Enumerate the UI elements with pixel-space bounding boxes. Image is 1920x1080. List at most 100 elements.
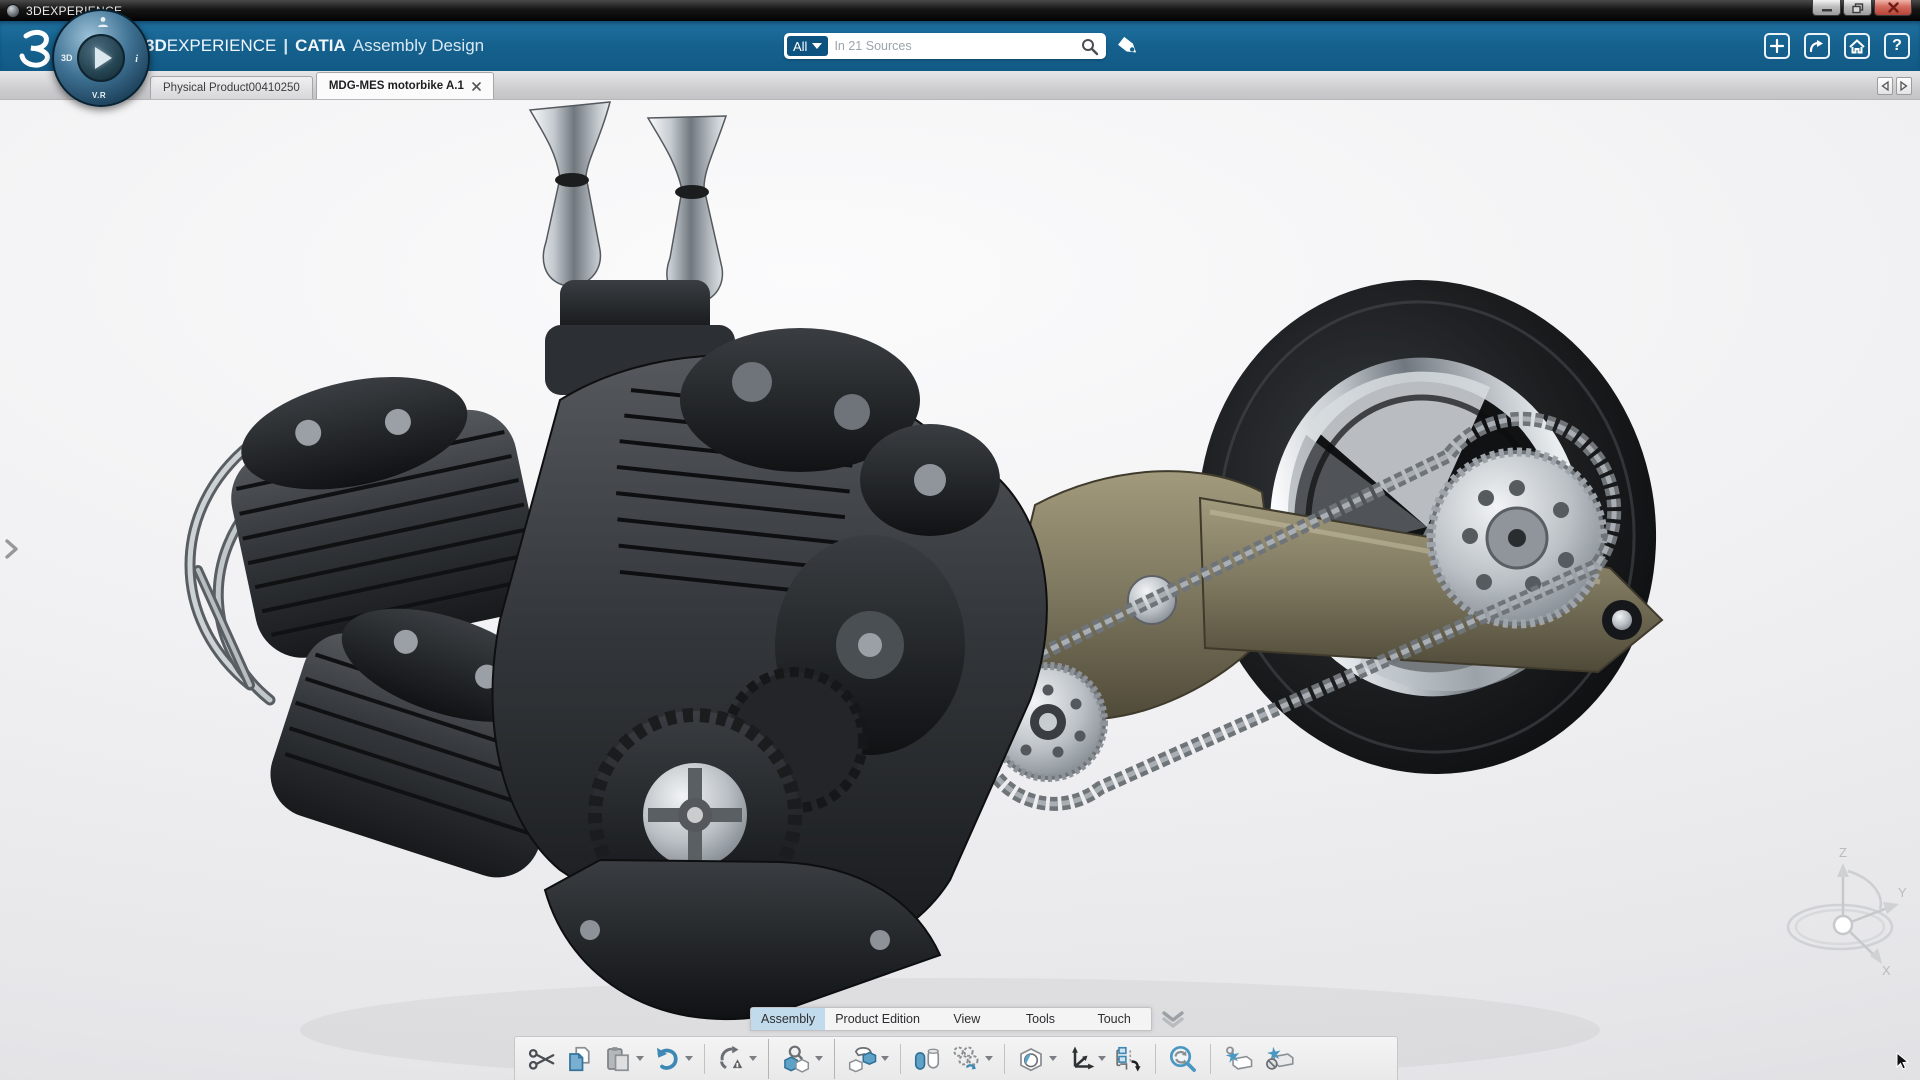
- find-component-icon: [780, 1044, 812, 1074]
- doc-tab-physical-product[interactable]: Physical Product00410250: [150, 76, 313, 99]
- toolbar-separator: [1210, 1044, 1211, 1074]
- action-tab-label: Product Edition: [835, 1012, 920, 1026]
- engine-block[interactable]: [190, 102, 1047, 1019]
- triad-z-label: Z: [1839, 845, 1847, 860]
- toolbar-separator: [900, 1044, 901, 1074]
- undo-icon: [652, 1044, 682, 1074]
- insert-component-icon: [846, 1044, 878, 1074]
- add-content-button[interactable]: [1764, 33, 1790, 59]
- chevron-down-icon[interactable]: [881, 1056, 889, 1061]
- brand-module: Assembly Design: [353, 36, 484, 56]
- motorbike-3d-model[interactable]: [0, 100, 1920, 1080]
- toolbar-separator: [704, 1044, 705, 1074]
- intake-trumpets[interactable]: [530, 102, 735, 395]
- toolbar-section-separator: [768, 1039, 769, 1079]
- find-component-button[interactable]: [776, 1042, 827, 1076]
- share-button[interactable]: [1804, 33, 1830, 59]
- brand-experience: EXPERIENCE: [167, 36, 277, 56]
- app-header: 3D EXPERIENCE | CATIA Assembly Design All ?: [0, 21, 1920, 71]
- 3dexperience-window: { "window": { "app_title": "3DEXPERIENCE…: [0, 0, 1920, 1080]
- interference-icon: [1262, 1044, 1294, 1074]
- home-button[interactable]: [1844, 33, 1870, 59]
- action-tab-label: Touch: [1097, 1012, 1130, 1026]
- toolbar-section-separator: [834, 1039, 835, 1079]
- brand-divider: |: [283, 36, 288, 56]
- collapse-action-bar-chevron-icon[interactable]: [1160, 1010, 1186, 1028]
- compass-info-quadrant[interactable]: i: [135, 54, 138, 65]
- paste-icon: [603, 1044, 633, 1074]
- expand-panel-chevron-icon[interactable]: [4, 538, 20, 560]
- close-tab-icon[interactable]: [472, 82, 481, 91]
- reorder-tree-icon: [1114, 1044, 1144, 1074]
- search-icon[interactable]: [1081, 38, 1098, 55]
- chevron-down-icon: [812, 43, 822, 49]
- axis-system-icon: [1065, 1044, 1095, 1074]
- tag-icon[interactable]: [1116, 35, 1142, 59]
- brand-catia: CATIA: [295, 36, 346, 56]
- compass-vr-quadrant[interactable]: V.R: [92, 91, 106, 100]
- mirror-icon: [912, 1044, 942, 1074]
- chevron-down-icon[interactable]: [636, 1056, 644, 1061]
- toolbar-separator: [1155, 1044, 1156, 1074]
- chevron-down-icon[interactable]: [749, 1056, 757, 1061]
- action-tab-product-edition[interactable]: Product Edition: [825, 1008, 930, 1030]
- doc-tab-label: MDG-MES motorbike A.1: [329, 80, 464, 92]
- explore-search-button[interactable]: [1163, 1042, 1203, 1076]
- minimize-button[interactable]: [1812, 0, 1841, 16]
- action-tab-view[interactable]: View: [930, 1008, 1004, 1030]
- help-button[interactable]: ?: [1884, 33, 1910, 59]
- restore-button[interactable]: [1843, 0, 1872, 16]
- compass-social-quadrant user-icon[interactable]: [97, 16, 109, 28]
- reorder-tree-button[interactable]: [1110, 1042, 1148, 1076]
- update-button[interactable]: [712, 1042, 761, 1076]
- scroll-tabs-right-button[interactable]: [1896, 77, 1912, 95]
- chevron-down-icon[interactable]: [1049, 1056, 1057, 1061]
- chevron-down-icon[interactable]: [685, 1056, 693, 1061]
- 3dexperience-compass[interactable]: 3D V.R i: [52, 9, 150, 107]
- search-scope-label: All: [793, 39, 807, 54]
- interference-button[interactable]: [1258, 1042, 1298, 1076]
- help-glyph: ?: [1892, 37, 1902, 55]
- search-input[interactable]: [828, 39, 1081, 53]
- mirror-button[interactable]: [908, 1042, 946, 1076]
- view-axis-triad[interactable]: Z Y X: [1778, 845, 1908, 975]
- app-taskbar-icon: [6, 4, 20, 18]
- chevron-down-icon[interactable]: [815, 1056, 823, 1061]
- action-tab-label: View: [953, 1012, 980, 1026]
- close-button[interactable]: [1874, 0, 1912, 16]
- chevron-down-icon[interactable]: [985, 1056, 993, 1061]
- paste-button[interactable]: [599, 1042, 648, 1076]
- action-bar-tabs: Assembly Product Edition View Tools Touc…: [750, 1007, 1152, 1031]
- copy-button[interactable]: [561, 1042, 599, 1076]
- toolbar-separator: [1004, 1044, 1005, 1074]
- clash-icon: [1222, 1044, 1254, 1074]
- axis-system-button[interactable]: [1061, 1042, 1110, 1076]
- search-scope-dropdown[interactable]: All: [787, 36, 828, 56]
- action-tab-touch[interactable]: Touch: [1077, 1008, 1151, 1030]
- update-icon: [716, 1044, 746, 1074]
- tab-scroll-controls: [1877, 77, 1912, 95]
- mouse-cursor: [1896, 1052, 1910, 1070]
- assembly-toolbar: [514, 1036, 1398, 1080]
- undo-button[interactable]: [648, 1042, 697, 1076]
- pattern-icon: [950, 1044, 982, 1074]
- section-box-button[interactable]: [1012, 1042, 1061, 1076]
- compass-play-hub[interactable]: [77, 34, 125, 82]
- doc-tab-motorbike[interactable]: MDG-MES motorbike A.1: [316, 72, 494, 99]
- clash-button[interactable]: [1218, 1042, 1258, 1076]
- section-box-icon: [1016, 1044, 1046, 1074]
- compass-3d-quadrant[interactable]: 3D: [61, 53, 73, 63]
- global-search-bar[interactable]: All: [784, 33, 1106, 59]
- scroll-tabs-left-button[interactable]: [1877, 77, 1893, 95]
- explore-search-icon: [1167, 1044, 1199, 1074]
- chevron-down-icon[interactable]: [1098, 1056, 1106, 1061]
- 3d-viewport[interactable]: Z Y X: [0, 100, 1920, 1080]
- insert-component-button[interactable]: [842, 1042, 893, 1076]
- play-icon: [95, 47, 112, 69]
- os-titlebar: 3DEXPERIENCE: [0, 0, 1920, 21]
- brand-title: 3DEXPERIENCE|CATIAAssembly Design: [145, 21, 484, 71]
- cut-button[interactable]: [523, 1042, 561, 1076]
- pattern-button[interactable]: [946, 1042, 997, 1076]
- action-tab-assembly[interactable]: Assembly: [751, 1008, 825, 1030]
- action-tab-tools[interactable]: Tools: [1004, 1008, 1078, 1030]
